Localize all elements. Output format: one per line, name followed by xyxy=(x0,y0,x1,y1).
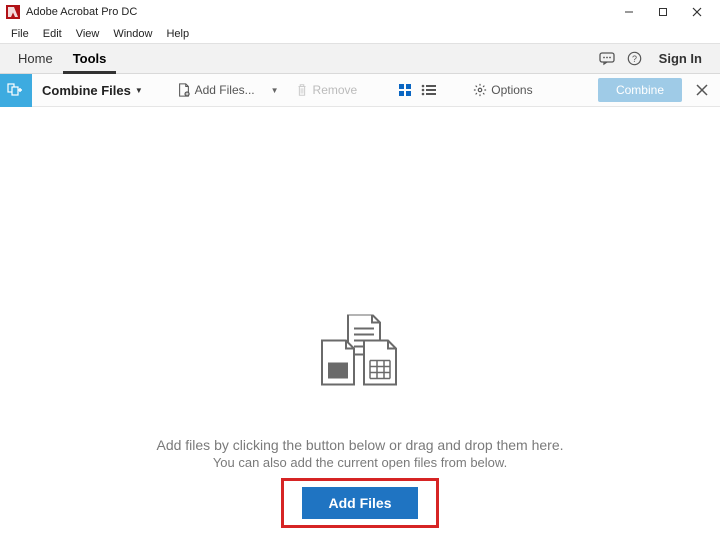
help-icon[interactable]: ? xyxy=(621,45,649,73)
tool-title[interactable]: Combine Files ▼ xyxy=(32,83,153,98)
remove-label: Remove xyxy=(313,83,358,97)
files-illustration-icon xyxy=(310,315,410,400)
add-files-main-button[interactable]: Add Files xyxy=(302,487,417,519)
drop-zone[interactable]: Add files by clicking the button below o… xyxy=(0,107,720,533)
nav-home[interactable]: Home xyxy=(8,44,63,74)
thumbnail-view-button[interactable] xyxy=(393,78,417,102)
svg-text:?: ? xyxy=(632,54,637,64)
chevron-down-icon: ▼ xyxy=(135,86,143,95)
navbar: Home Tools ? Sign In xyxy=(0,44,720,74)
menubar: File Edit View Window Help xyxy=(0,24,720,44)
add-files-button[interactable]: Add Files... xyxy=(171,79,261,101)
notification-icon[interactable] xyxy=(593,45,621,73)
toolbar: Combine Files ▼ Add Files... ▼ Remove Op… xyxy=(0,74,720,107)
nav-tools[interactable]: Tools xyxy=(63,44,117,74)
menu-help[interactable]: Help xyxy=(159,26,196,42)
menu-edit[interactable]: Edit xyxy=(36,26,69,42)
minimize-button[interactable] xyxy=(612,0,646,24)
tool-title-label: Combine Files xyxy=(42,83,131,98)
combine-button[interactable]: Combine xyxy=(598,78,682,102)
add-files-dropdown[interactable]: ▼ xyxy=(267,86,283,95)
menu-window[interactable]: Window xyxy=(106,26,159,42)
app-title: Adobe Acrobat Pro DC xyxy=(26,6,137,18)
close-tool-button[interactable] xyxy=(688,76,716,104)
options-button[interactable]: Options xyxy=(467,79,538,101)
options-label: Options xyxy=(491,83,532,97)
menu-file[interactable]: File xyxy=(4,26,36,42)
list-view-button[interactable] xyxy=(417,78,441,102)
sign-in-link[interactable]: Sign In xyxy=(649,51,712,66)
tool-tab-icon[interactable] xyxy=(0,74,32,107)
maximize-button[interactable] xyxy=(646,0,680,24)
instruction-line-2: You can also add the current open files … xyxy=(213,455,507,470)
window-titlebar: Adobe Acrobat Pro DC xyxy=(0,0,720,24)
add-files-highlight-box: Add Files xyxy=(281,478,438,528)
app-icon xyxy=(6,5,20,19)
menu-view[interactable]: View xyxy=(69,26,107,42)
instruction-line-1: Add files by clicking the button below o… xyxy=(156,437,563,453)
add-files-label: Add Files... xyxy=(195,83,255,97)
remove-button: Remove xyxy=(289,79,364,101)
close-window-button[interactable] xyxy=(680,0,714,24)
